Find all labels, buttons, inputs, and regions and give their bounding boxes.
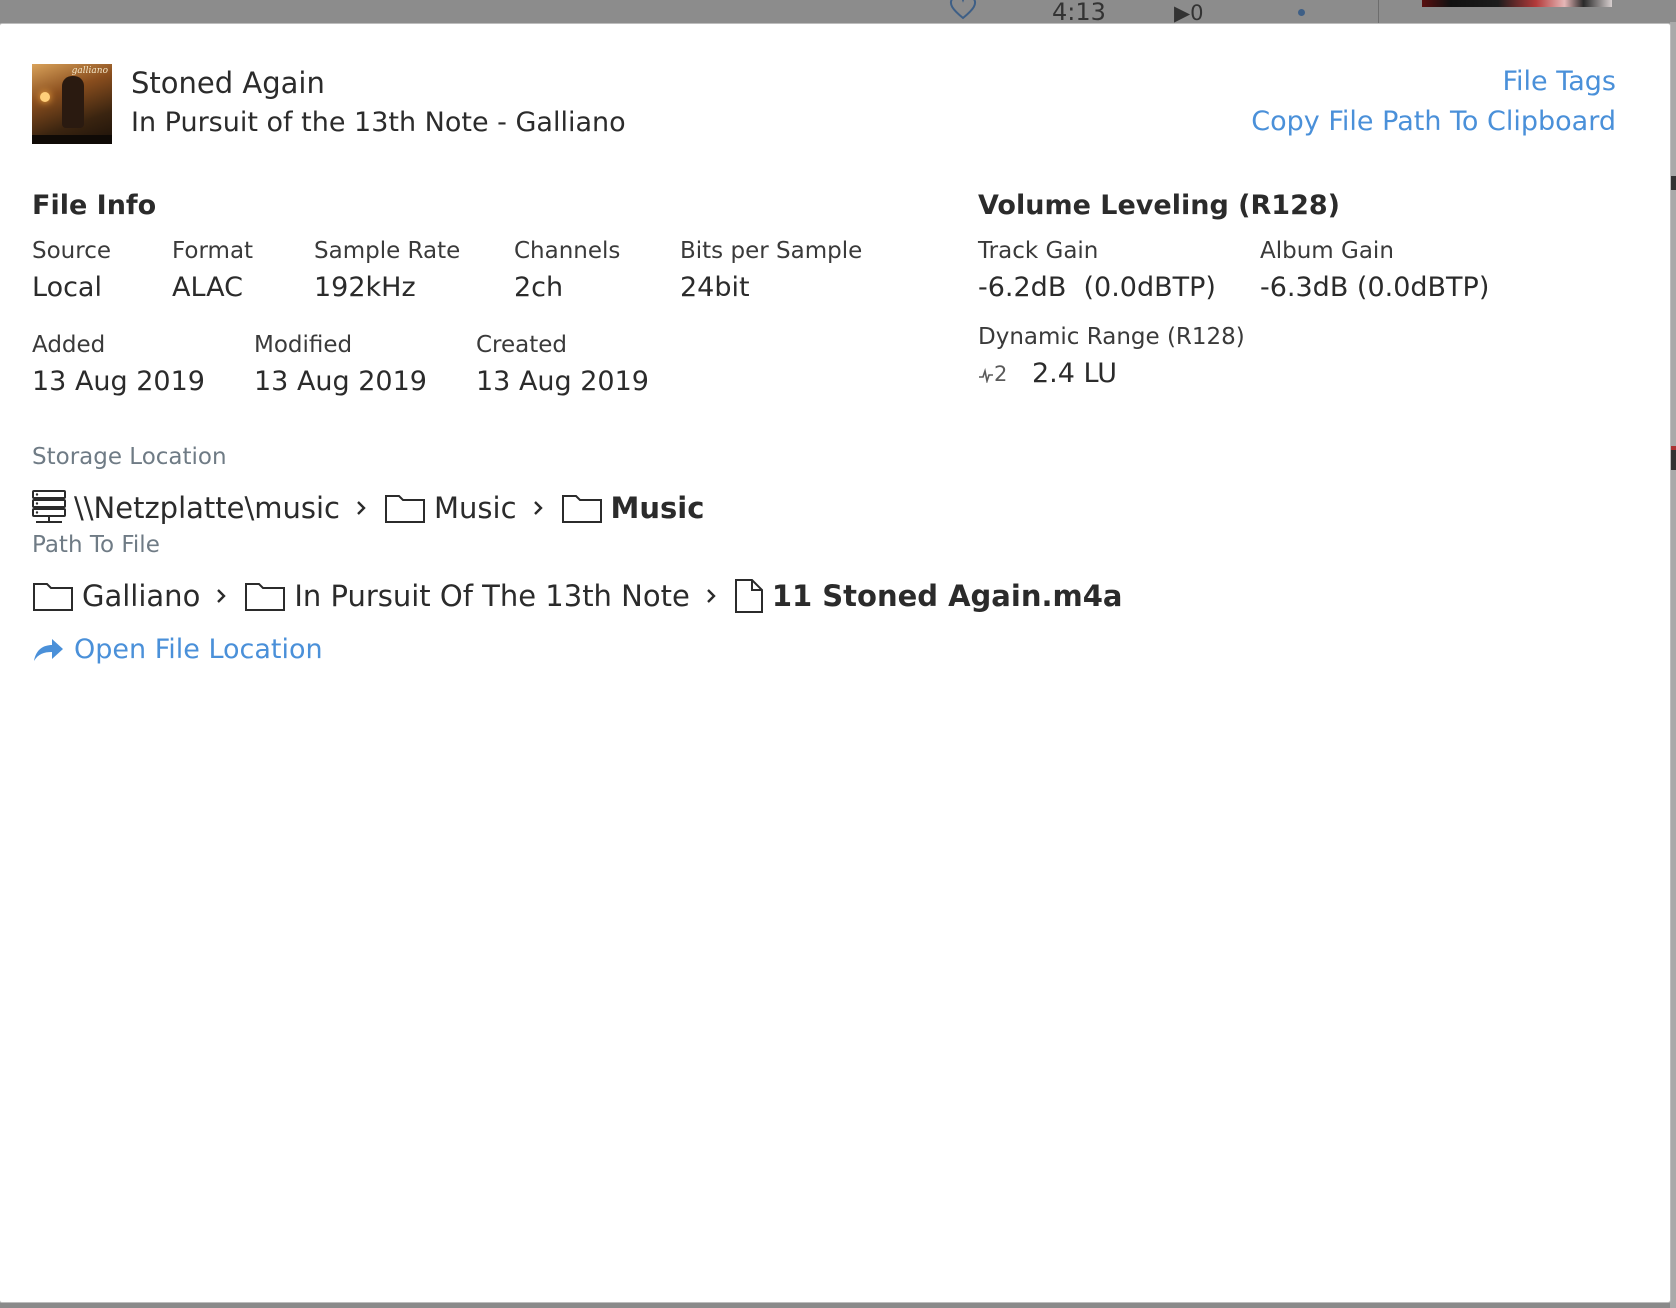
crumb-galliano[interactable]: Galliano: [32, 579, 200, 613]
waveform-icon: [979, 367, 993, 385]
source-value: Local: [32, 272, 102, 303]
album-cover: galliano: [32, 64, 112, 144]
chevron-right-icon: [706, 588, 716, 604]
path-breadcrumb: Galliano In Pursuit Of The 13th Note 11 …: [32, 576, 1122, 616]
format-label: Format: [172, 238, 254, 264]
chevron-right-icon: [356, 500, 366, 516]
thumbnail-strip: [1422, 0, 1612, 7]
created-value: 13 Aug 2019: [476, 366, 649, 397]
cover-strip: [32, 135, 112, 144]
dynamic-range-badge: 2: [994, 362, 1008, 386]
folder-icon: [384, 492, 426, 524]
open-file-location-label: Open File Location: [74, 634, 323, 665]
bits-per-sample-label: Bits per Sample: [680, 238, 863, 264]
status-dot: [1298, 9, 1305, 16]
cover-lamp: [40, 92, 50, 102]
track-info-dialog: galliano Stoned Again In Pursuit of the …: [0, 24, 1670, 1302]
created-label: Created: [476, 332, 568, 358]
copy-file-path-link[interactable]: Copy File Path To Clipboard: [1251, 106, 1616, 137]
crumb-music[interactable]: Music: [384, 491, 517, 525]
play-count: ▶0: [1174, 0, 1204, 26]
play-count-icon: ▶: [1174, 1, 1191, 25]
play-count-value: 0: [1190, 1, 1204, 25]
album-artist-subtitle: In Pursuit of the 13th Note - Galliano: [131, 107, 626, 138]
crumb-file[interactable]: 11 Stoned Again.m4a: [734, 578, 1123, 614]
added-value: 13 Aug 2019: [32, 366, 205, 397]
crumb-music-current[interactable]: Music: [561, 491, 705, 525]
storage-location-label: Storage Location: [32, 444, 227, 470]
modified-label: Modified: [254, 332, 353, 358]
dynamic-range-value: 2.4 LU: [1032, 358, 1117, 389]
crumb-label: Music: [610, 491, 705, 525]
channels-value: 2ch: [514, 272, 564, 303]
track-title: Stoned Again: [131, 66, 325, 100]
edge-marker: [1671, 176, 1676, 190]
track-duration: 4:13: [1052, 0, 1106, 26]
added-label: Added: [32, 332, 106, 358]
divider: [1378, 0, 1379, 24]
sample-rate-label: Sample Rate: [314, 238, 461, 264]
chevron-right-icon: [216, 588, 227, 604]
open-file-location-link[interactable]: Open File Location: [32, 634, 323, 665]
source-label: Source: [32, 238, 111, 264]
track-gain-value: -6.2dB (0.0dBTP): [978, 272, 1216, 303]
cover-logo: galliano: [71, 66, 108, 76]
volume-leveling-heading: Volume Leveling (R128): [978, 190, 1341, 221]
crumb-label: Galliano: [82, 579, 201, 613]
format-value: ALAC: [172, 272, 243, 303]
crumb-album-folder[interactable]: In Pursuit Of The 13th Note: [244, 579, 690, 613]
storage-breadcrumb: \\Netzplatte\music Music Music: [32, 488, 704, 528]
share-arrow-icon: [32, 637, 64, 663]
crumb-label: \\Netzplatte\music: [74, 491, 340, 525]
file-info-heading: File Info: [32, 190, 157, 221]
window-edge: [1670, 22, 1676, 1308]
chevron-right-icon: [533, 500, 543, 516]
modified-value: 13 Aug 2019: [254, 366, 427, 397]
cover-figure: [62, 76, 84, 128]
sample-rate-value: 192kHz: [314, 272, 416, 303]
crumb-label: 11 Stoned Again.m4a: [771, 579, 1123, 613]
background-player-bar: 4:13 ▶0: [0, 0, 1676, 26]
path-to-file-label: Path To File: [32, 532, 160, 558]
track-gain-label: Track Gain: [978, 238, 1099, 264]
bits-per-sample-value: 24bit: [680, 272, 750, 303]
crumb-storage-root[interactable]: \\Netzplatte\music: [32, 489, 340, 527]
file-tags-link[interactable]: File Tags: [1502, 66, 1616, 97]
dynamic-range-indicator: 2: [978, 362, 1007, 386]
album-gain-value: -6.3dB (0.0dBTP): [1260, 272, 1490, 303]
file-icon: [734, 578, 764, 614]
edge-marker: [1671, 450, 1676, 470]
channels-label: Channels: [514, 238, 621, 264]
folder-icon: [244, 580, 286, 612]
dynamic-range-label: Dynamic Range (R128): [978, 324, 1245, 350]
crumb-label: In Pursuit Of The 13th Note: [294, 579, 690, 613]
crumb-label: Music: [434, 491, 517, 525]
heart-icon[interactable]: [948, 0, 978, 20]
album-gain-label: Album Gain: [1260, 238, 1394, 264]
folder-icon: [561, 492, 603, 524]
folder-icon: [32, 580, 74, 612]
server-icon: [32, 489, 66, 527]
